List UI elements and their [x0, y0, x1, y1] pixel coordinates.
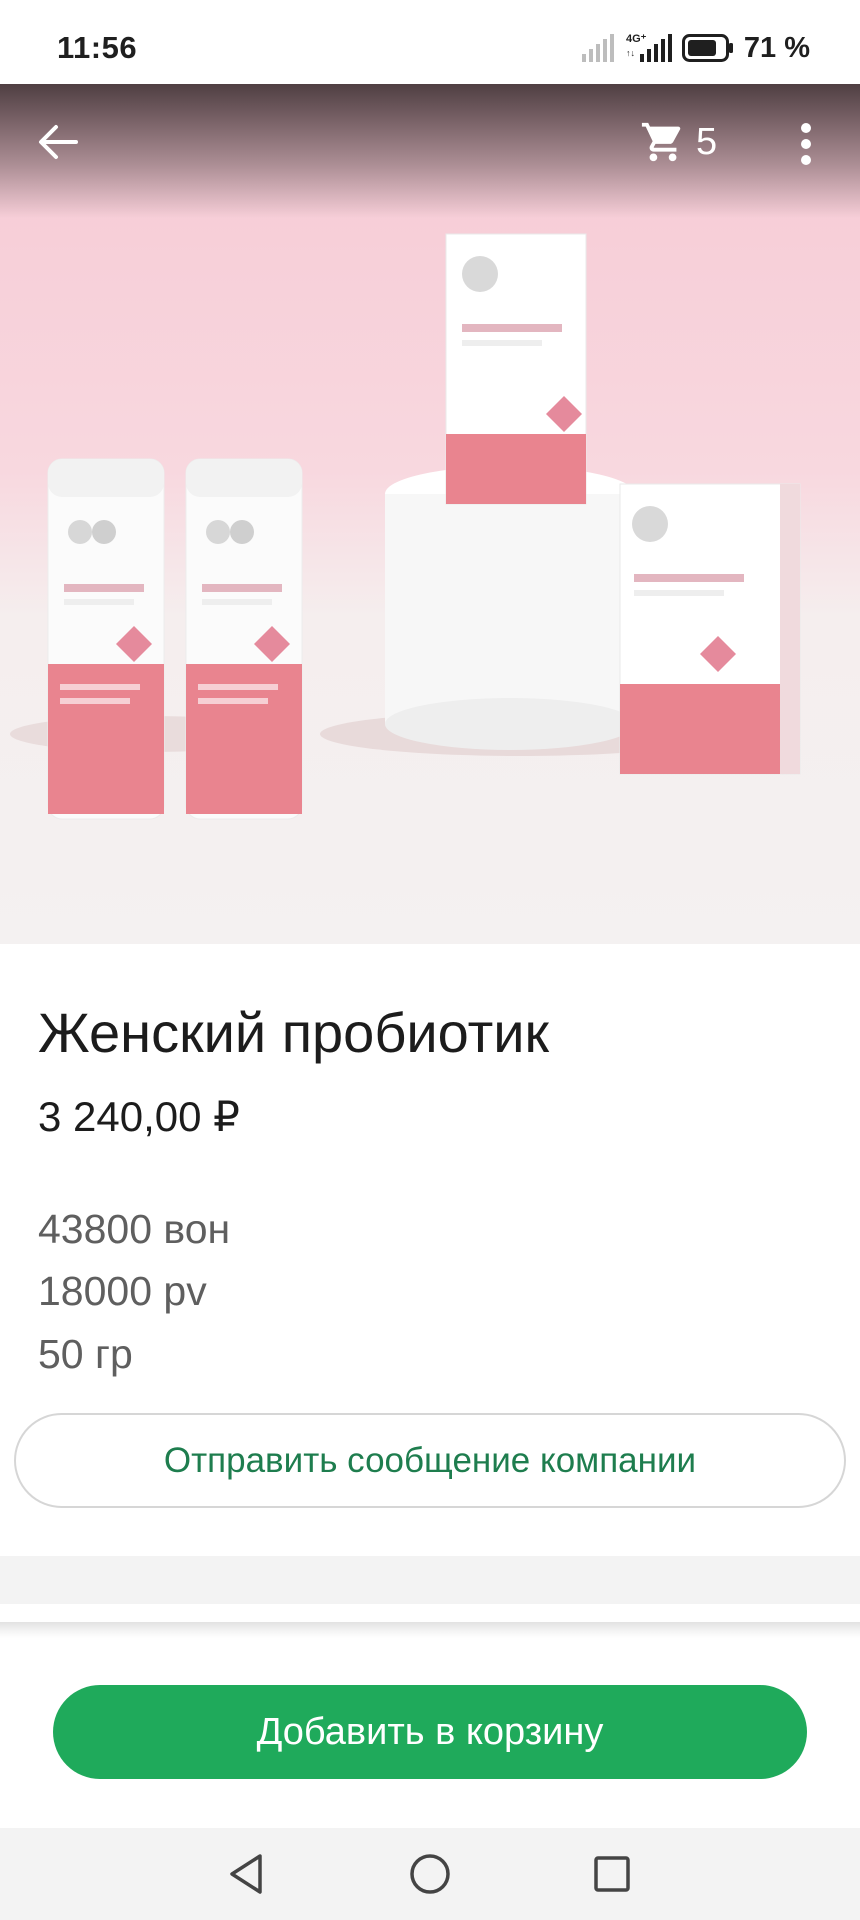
- svg-text:4G⁺: 4G⁺: [626, 33, 647, 45]
- toolbar-shade: [0, 84, 860, 218]
- product-price-won: 43800 вон: [38, 1206, 231, 1252]
- arrow-left-icon: [39, 125, 78, 159]
- add-to-cart-button[interactable]: Добавить в корзину: [53, 1685, 807, 1779]
- status-bar: 11:56 4G⁺ ↑↓ 71 %: [0, 0, 860, 84]
- product-price: 3 240,00 ₽: [38, 1093, 240, 1140]
- back-button[interactable]: [28, 112, 88, 172]
- nav-home-icon: [410, 1854, 450, 1894]
- status-time: 11:56: [57, 30, 138, 65]
- product-title: Женский пробиотик: [38, 1001, 550, 1064]
- send-message-button[interactable]: Отправить сообщение компании: [14, 1413, 846, 1508]
- more-vertical-icon: [801, 123, 811, 165]
- cart-count: 5: [696, 120, 718, 163]
- svg-text:↑↓: ↑↓: [626, 48, 635, 58]
- battery-icon: [681, 34, 733, 62]
- more-options-button[interactable]: [786, 112, 826, 176]
- product-weight: 50 гр: [38, 1331, 133, 1377]
- nav-back-icon: [230, 1854, 262, 1894]
- product-image[interactable]: 5: [0, 84, 860, 944]
- bottom-panel-shadow: [0, 1622, 860, 1638]
- cart-button[interactable]: 5: [640, 110, 717, 174]
- nav-back-button[interactable]: [218, 1846, 274, 1902]
- signal-weak-icon: [581, 34, 614, 62]
- battery-percent: 71 %: [743, 31, 810, 64]
- status-icons: 4G⁺ ↑↓ 71 %: [580, 28, 810, 68]
- system-nav-bar: [0, 1828, 860, 1920]
- signal-4g-icon: 4G⁺ ↑↓: [626, 33, 672, 62]
- product-pv: 18000 pv: [38, 1268, 207, 1314]
- nav-recents-button[interactable]: [584, 1846, 640, 1902]
- cart-icon: [641, 122, 681, 162]
- section-divider: [0, 1556, 860, 1604]
- nav-recents-icon: [594, 1856, 630, 1892]
- nav-home-button[interactable]: [402, 1846, 458, 1902]
